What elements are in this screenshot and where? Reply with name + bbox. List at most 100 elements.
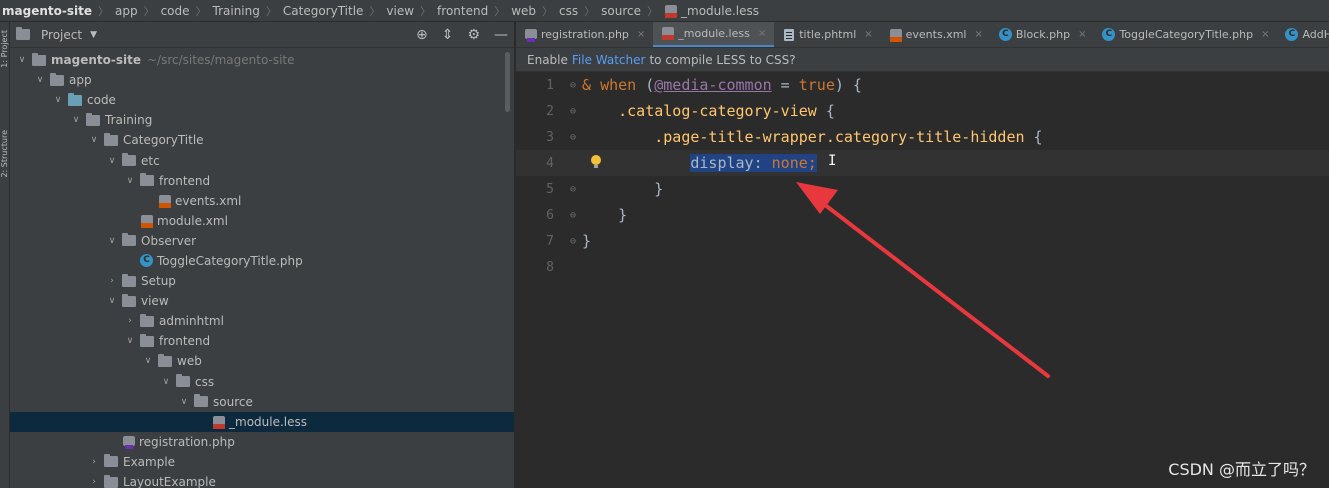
code-line[interactable]: 3 ⊖ .page-title-wrapper.category-title-h…: [516, 124, 1329, 150]
folder-icon: [104, 132, 118, 146]
lightbulb-icon[interactable]: [590, 155, 602, 169]
tree-item[interactable]: ›module.xml: [10, 211, 514, 231]
close-icon[interactable]: ×: [758, 28, 766, 39]
chevron-down-icon[interactable]: ∨: [160, 377, 172, 387]
gear-icon[interactable]: ⚙: [467, 27, 480, 43]
breadcrumb-item-frontend[interactable]: frontend: [437, 4, 488, 18]
project-view-selector[interactable]: Project: [41, 28, 82, 42]
structure-tool-window-button[interactable]: 2: Structure: [0, 130, 10, 178]
folder-icon: [122, 273, 136, 287]
breadcrumb-separator: 〉: [143, 4, 155, 18]
close-icon[interactable]: ×: [974, 29, 982, 40]
tree-item[interactable]: ∨ web: [10, 351, 514, 371]
code-line[interactable]: 2 ⊖ .catalog-category-view {: [516, 98, 1329, 124]
tree-item[interactable]: ∨ magento-site ~/src/sites/magento-site: [10, 50, 514, 70]
fold-marker-icon[interactable]: ⊖: [564, 80, 582, 91]
editor-tab[interactable]: registration.php ×: [516, 22, 653, 47]
chevron-down-icon[interactable]: ∨: [88, 135, 100, 145]
tree-item[interactable]: ∨ source: [10, 392, 514, 412]
hide-panel-icon[interactable]: —: [494, 27, 508, 43]
file-watcher-link[interactable]: File Watcher: [572, 53, 646, 67]
tree-item[interactable]: ∨ CategoryTitle: [10, 130, 514, 150]
fold-marker-icon[interactable]: ⊖: [564, 210, 582, 221]
breadcrumb-item-training[interactable]: Training: [213, 4, 260, 18]
tree-item[interactable]: ›registration.php: [10, 432, 514, 452]
close-icon[interactable]: ×: [1261, 29, 1269, 40]
chevron-down-icon[interactable]: ∨: [124, 336, 136, 346]
chevron-down-icon[interactable]: ∨: [34, 75, 46, 85]
code-token: &: [582, 76, 601, 94]
editor-tab[interactable]: CAddHideTitle: [1277, 22, 1329, 47]
chevron-down-icon[interactable]: ∨: [178, 397, 190, 407]
chevron-right-icon[interactable]: ›: [88, 477, 100, 487]
tree-item[interactable]: ∨ frontend: [10, 171, 514, 191]
editor-tab[interactable]: C Block.php ×: [991, 22, 1095, 47]
phtml-file-icon: [782, 28, 796, 42]
close-icon[interactable]: ×: [637, 29, 645, 40]
tree-item[interactable]: ›CToggleCategoryTitle.php: [10, 251, 514, 271]
close-icon[interactable]: ×: [864, 29, 872, 40]
breadcrumb-item-view[interactable]: view: [386, 4, 414, 18]
breadcrumb-item-categorytitle[interactable]: CategoryTitle: [283, 4, 364, 18]
chevron-down-icon[interactable]: ∨: [106, 156, 118, 166]
code-line[interactable]: 5 ⊖ }: [516, 176, 1329, 202]
fold-marker-icon[interactable]: ⊖: [564, 132, 582, 143]
breadcrumb-item-app[interactable]: app: [115, 4, 138, 18]
tree-item[interactable]: ›events.xml: [10, 191, 514, 211]
code-token: (: [636, 76, 655, 94]
breadcrumb-item-source[interactable]: source: [601, 4, 641, 18]
project-tool-window-button[interactable]: 1: Project: [0, 30, 10, 68]
chevron-down-icon[interactable]: ∨: [52, 95, 64, 105]
chevron-down-icon[interactable]: ∨: [106, 296, 118, 306]
collapse-all-icon[interactable]: ⇕: [442, 27, 454, 43]
breadcrumb-item-current-file[interactable]: _module.less: [681, 4, 759, 18]
tree-item[interactable]: ∨ code: [10, 90, 514, 110]
chevron-down-icon[interactable]: ∨: [124, 176, 136, 186]
tree-item[interactable]: ∨ frontend: [10, 331, 514, 351]
editor-tab-label: Block.php: [1015, 28, 1071, 41]
tree-item[interactable]: ∨ etc: [10, 150, 514, 170]
tree-item[interactable]: ∨ Observer: [10, 231, 514, 251]
breadcrumb-item-css[interactable]: css: [559, 4, 578, 18]
project-tree-scrollbar[interactable]: [505, 52, 510, 112]
chevron-down-icon[interactable]: ∨: [70, 115, 82, 125]
chevron-right-icon[interactable]: ›: [88, 457, 100, 467]
tree-item[interactable]: ∨ app: [10, 70, 514, 90]
close-icon[interactable]: ×: [1078, 29, 1086, 40]
fold-marker-icon[interactable]: ⊖: [564, 236, 582, 247]
chevron-down-icon[interactable]: ∨: [16, 55, 28, 65]
breadcrumb-item-web[interactable]: web: [511, 4, 536, 18]
tree-item[interactable]: › Setup: [10, 271, 514, 291]
file-watcher-notice: Enable File Watcher to compile LESS to C…: [516, 48, 1329, 72]
left-tool-strip: 1: Project 2: Structure: [0, 22, 10, 488]
code-editor[interactable]: 1 ⊖ & when (@media-common = true) { 2 ⊖ …: [516, 72, 1329, 280]
tree-item[interactable]: › Example: [10, 452, 514, 472]
breadcrumb-item-project[interactable]: magento-site: [2, 4, 92, 18]
tree-item[interactable]: › adminhtml: [10, 311, 514, 331]
chevron-down-icon[interactable]: ∨: [106, 236, 118, 246]
editor-tab[interactable]: _module.less ×: [653, 22, 775, 47]
code-line[interactable]: 7 ⊖ }: [516, 228, 1329, 254]
tree-item[interactable]: ›_module.less: [10, 411, 514, 432]
fold-marker-icon[interactable]: ⊖: [564, 184, 582, 195]
breadcrumb-item-code[interactable]: code: [161, 4, 190, 18]
editor-tab-label: events.xml: [905, 28, 967, 41]
editor-tab[interactable]: C ToggleCategoryTitle.php ×: [1094, 22, 1277, 47]
chevron-down-icon[interactable]: ∨: [142, 356, 154, 366]
chevron-right-icon[interactable]: ›: [124, 316, 136, 326]
locate-icon[interactable]: ⊕: [416, 27, 428, 43]
editor-tab[interactable]: title.phtml ×: [774, 22, 880, 47]
code-line-current[interactable]: 4 display: none;: [516, 150, 1329, 176]
code-line[interactable]: 1 ⊖ & when (@media-common = true) {: [516, 72, 1329, 98]
tree-item[interactable]: ∨ view: [10, 291, 514, 311]
tree-item[interactable]: › LayoutExample: [10, 472, 514, 488]
chevron-down-icon[interactable]: ▼: [90, 30, 97, 40]
code-line[interactable]: 6 ⊖ }: [516, 202, 1329, 228]
code-line[interactable]: 8: [516, 254, 1329, 280]
chevron-right-icon[interactable]: ›: [106, 276, 118, 286]
editor-tab[interactable]: events.xml ×: [881, 22, 991, 47]
fold-marker-icon[interactable]: ⊖: [564, 106, 582, 117]
code-token: ;: [807, 154, 817, 172]
tree-item[interactable]: ∨ css: [10, 372, 514, 392]
tree-item[interactable]: ∨ Training: [10, 110, 514, 130]
